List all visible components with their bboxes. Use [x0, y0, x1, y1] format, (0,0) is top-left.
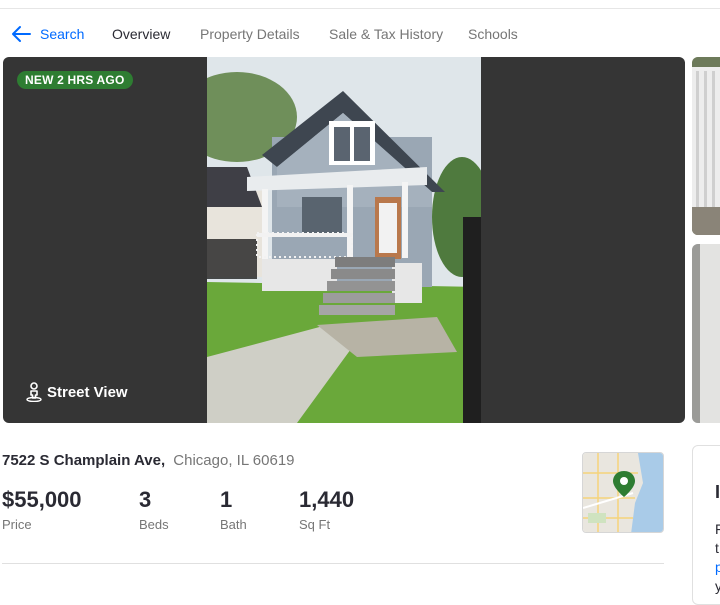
top-nav: Search Overview Property Details Sale & …: [0, 18, 720, 50]
baths-value: 1: [220, 487, 233, 512]
interior-photo: [692, 244, 720, 423]
city-state-zip: Chicago, IL 60619: [173, 452, 295, 469]
tab-property-details[interactable]: Property Details: [200, 26, 300, 42]
tab-schools[interactable]: Schools: [468, 26, 518, 42]
beds-value: 3: [139, 487, 152, 512]
porch-photo: [692, 57, 720, 235]
side-contact-card: I F t p y: [692, 445, 720, 605]
tab-overview[interactable]: Overview: [112, 26, 170, 42]
back-to-search-button[interactable]: Search: [10, 24, 84, 44]
arrow-left-icon: [12, 26, 31, 42]
beds-stat: 3 Beds: [139, 487, 169, 532]
back-label: Search: [40, 26, 85, 42]
house-photo: [207, 57, 481, 423]
baths-label: Bath: [220, 517, 247, 532]
pegman-icon: [26, 382, 42, 402]
secondary-photo-bottom[interactable]: [692, 244, 720, 423]
price-stat: $55,000 Price: [2, 487, 82, 532]
tab-sale-tax-history[interactable]: Sale & Tax History: [329, 26, 443, 42]
beds-label: Beds: [139, 517, 169, 532]
section-divider: [2, 563, 664, 564]
price-value: $55,000: [2, 487, 82, 512]
main-photo[interactable]: NEW 2 HRS AGO Street View: [3, 57, 685, 423]
new-listing-badge: NEW 2 HRS AGO: [17, 71, 133, 89]
price-label: Price: [2, 517, 32, 532]
sqft-stat: 1,440 Sq Ft: [299, 487, 354, 532]
side-card-link[interactable]: p: [715, 558, 720, 577]
side-card-heading: I: [715, 482, 720, 502]
top-divider: [0, 8, 720, 9]
street-address: 7522 S Champlain Ave,: [2, 452, 166, 469]
map-image: [583, 453, 663, 532]
map-thumbnail[interactable]: [582, 452, 664, 533]
side-card-line: t: [715, 540, 719, 556]
baths-stat: 1 Bath: [220, 487, 247, 532]
side-card-line: F: [715, 521, 720, 537]
street-view-button[interactable]: Street View: [25, 382, 128, 402]
sqft-value: 1,440: [299, 487, 355, 512]
photo-gallery: NEW 2 HRS AGO Street View: [0, 57, 720, 423]
listing-address: 7522 S Champlain Ave, Chicago, IL 60619: [2, 452, 295, 469]
street-view-label: Street View: [47, 383, 128, 401]
side-card-text: F t p y: [715, 520, 720, 596]
sqft-label: Sq Ft: [299, 517, 331, 532]
side-card-line: y: [715, 578, 720, 594]
secondary-photo-top[interactable]: [692, 57, 720, 235]
